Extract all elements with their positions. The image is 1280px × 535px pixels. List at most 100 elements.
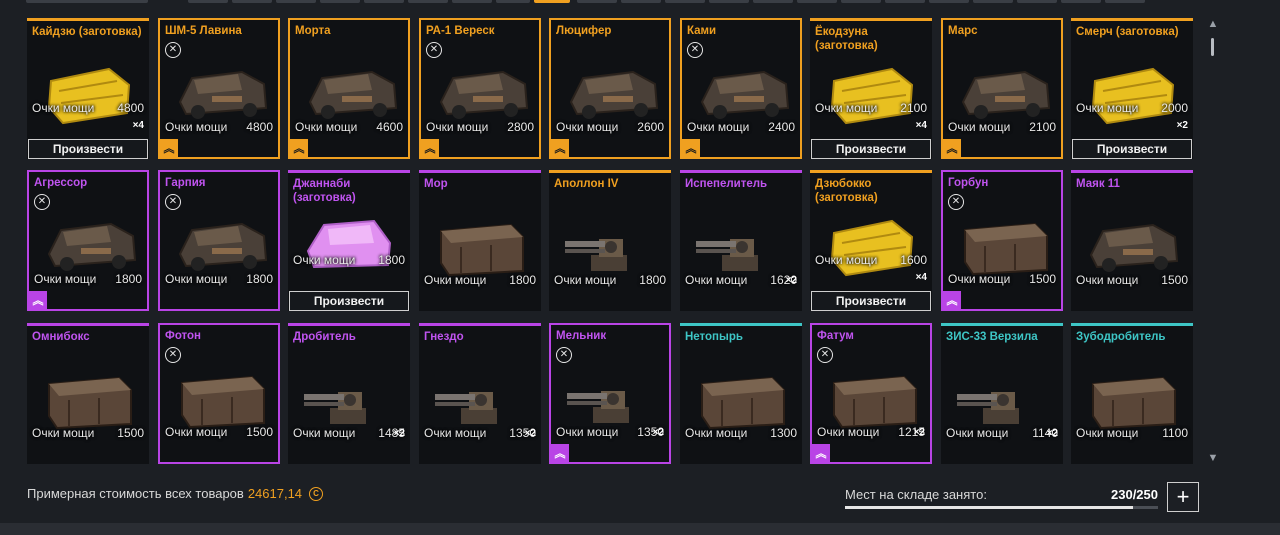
item-card[interactable]: Ками ✕ Очки мощи 2400 ︽ xyxy=(680,18,802,159)
category-tab[interactable] xyxy=(621,0,661,3)
category-tab[interactable] xyxy=(797,0,837,3)
item-card[interactable]: Гнездо Очки мощи 1350 ×2 xyxy=(419,323,541,464)
power-score-row: Очки мощи 1100 xyxy=(1076,426,1188,440)
category-tab[interactable] xyxy=(929,0,969,3)
power-label: Очки мощи xyxy=(556,425,619,439)
item-image xyxy=(39,356,139,436)
storage-progress-fill xyxy=(845,506,1133,509)
craftable-wrench-icon: ✕ xyxy=(34,194,50,210)
power-label: Очки мощи xyxy=(685,273,748,287)
craftable-wrench-icon: ✕ xyxy=(165,347,181,363)
category-tab[interactable] xyxy=(709,0,749,3)
item-card[interactable]: Нетопырь Очки мощи 1300 xyxy=(680,323,802,464)
inventory-grid: Кайдзю (заготовка) Очки мощи 4800 ×4 Произве… xyxy=(27,18,1197,464)
category-tab[interactable] xyxy=(26,0,148,3)
item-card[interactable]: Гарпия ✕ Очки мощи 1800 xyxy=(158,170,280,311)
item-card[interactable]: Горбун ✕ Очки мощи 1500 ︽ xyxy=(941,170,1063,311)
power-value: 1800 xyxy=(378,253,405,267)
item-card[interactable]: Дзюбокко (заготовка) Очки мощи 1600 ×4 Произ… xyxy=(810,170,932,311)
item-image xyxy=(172,202,272,282)
item-card[interactable]: Люцифер Очки мощи 2600 ︽ xyxy=(549,18,671,159)
power-label: Очки мощи xyxy=(165,425,228,439)
item-card[interactable]: Фатум ✕ Очки мощи 1215 ×2 ︽ xyxy=(810,323,932,464)
item-name: Омнибокс xyxy=(32,331,90,343)
item-card[interactable]: Мор Очки мощи 1800 xyxy=(419,170,541,311)
power-score-row: Очки мощи 2100 xyxy=(948,120,1056,134)
category-tab[interactable] xyxy=(885,0,925,3)
item-card[interactable]: Мельник ✕ Очки мощи 1350 ×2 ︽ xyxy=(549,323,671,464)
item-card[interactable]: Морта Очки мощи 4600 ︽ xyxy=(288,18,410,159)
rank-chevron-icon: ︽ xyxy=(29,291,47,309)
category-tab[interactable] xyxy=(452,0,492,3)
item-name: Кайдзю (заготовка) xyxy=(32,26,142,38)
category-tab[interactable] xyxy=(577,0,617,3)
item-quantity: ×2 xyxy=(913,427,925,438)
item-card[interactable]: Омнибокс Очки мощи 1500 xyxy=(27,323,149,464)
item-card[interactable]: Маяк 11 Очки мощи 1500 xyxy=(1071,170,1193,311)
item-image xyxy=(694,50,794,130)
storage-label: Мест на складе занято: xyxy=(845,487,987,502)
category-tab-active[interactable] xyxy=(534,0,570,3)
power-label: Очки мощи xyxy=(426,120,489,134)
category-tab[interactable] xyxy=(1105,0,1145,3)
rank-chevron-icon: ︽ xyxy=(682,139,700,157)
produce-button[interactable]: Произвести xyxy=(811,139,931,159)
power-label: Очки мощи xyxy=(815,253,878,267)
item-card[interactable]: Смерч (заготовка) Очки мощи 2000 ×2 Произвес… xyxy=(1071,18,1193,159)
power-value: 1500 xyxy=(246,425,273,439)
scrollbar[interactable]: ▲ ▼ xyxy=(1207,18,1219,464)
category-tab[interactable] xyxy=(364,0,404,3)
category-tab[interactable] xyxy=(320,0,360,3)
category-tab[interactable] xyxy=(276,0,316,3)
power-score-row: Очки мощи 4800 xyxy=(32,101,144,115)
scroll-thumb[interactable] xyxy=(1211,38,1214,56)
craftable-wrench-icon: ✕ xyxy=(817,347,833,363)
expand-storage-button[interactable]: + xyxy=(1167,482,1199,512)
category-tab[interactable] xyxy=(408,0,448,3)
power-score-row: Очки мощи 1800 xyxy=(424,273,536,287)
category-tab[interactable] xyxy=(232,0,272,3)
footer-bar: Примерная стоимость всех товаров 24617,1… xyxy=(0,470,1280,525)
scroll-down-icon[interactable]: ▼ xyxy=(1207,452,1219,464)
rank-chevron-icon: ︽ xyxy=(551,139,569,157)
power-label: Очки мощи xyxy=(554,273,617,287)
item-card[interactable]: Ёкодзуна (заготовка) Очки мощи 2100 ×4 Произ… xyxy=(810,18,932,159)
power-label: Очки мощи xyxy=(948,272,1011,286)
power-value: 1500 xyxy=(1161,273,1188,287)
item-card[interactable]: Джаннаби (заготовка)Очки мощи1800×4Произ… xyxy=(288,170,410,311)
category-tab[interactable] xyxy=(665,0,705,3)
produce-button[interactable]: Произвести xyxy=(289,291,409,311)
category-tab[interactable] xyxy=(841,0,881,3)
item-card[interactable]: Марс Очки мощи 2100 ︽ xyxy=(941,18,1063,159)
power-label: Очки мощи xyxy=(1076,426,1139,440)
item-card[interactable]: Кайдзю (заготовка) Очки мощи 4800 ×4 Произве… xyxy=(27,18,149,159)
item-image xyxy=(300,356,400,436)
produce-button[interactable]: Произвести xyxy=(1072,139,1192,159)
power-label: Очки мощи xyxy=(817,425,880,439)
item-card[interactable]: ЗИС-33 Верзила Очки мощи 1140 ×2 xyxy=(941,323,1063,464)
category-tab[interactable] xyxy=(973,0,1013,3)
item-image xyxy=(1083,356,1183,436)
produce-button[interactable]: Произвести xyxy=(811,291,931,311)
item-name: Дробитель xyxy=(293,331,356,343)
item-name: Зубодробитель xyxy=(1076,331,1166,343)
item-card[interactable]: Зубодробитель Очки мощи 1100 xyxy=(1071,323,1193,464)
power-label: Очки мощи xyxy=(32,426,95,440)
category-tab[interactable] xyxy=(1061,0,1101,3)
item-card[interactable]: ШМ-5 Лавина ✕ Очки мощи 4800 ︽ xyxy=(158,18,280,159)
item-card[interactable]: Агрессор ✕ Очки мощи 1800 ︽ xyxy=(27,170,149,311)
item-card[interactable]: Аполлон IV Очки мощи 1800 xyxy=(549,170,671,311)
category-tab[interactable] xyxy=(188,0,228,3)
category-tab[interactable] xyxy=(496,0,530,3)
power-label: Очки мощи xyxy=(685,426,748,440)
item-card[interactable]: Дробитель Очки мощи 1485 ×2 xyxy=(288,323,410,464)
produce-button[interactable]: Произвести xyxy=(28,139,148,159)
scroll-up-icon[interactable]: ▲ xyxy=(1207,18,1219,30)
item-card[interactable]: Фотон ✕ Очки мощи 1500 xyxy=(158,323,280,464)
category-tab[interactable] xyxy=(753,0,793,3)
category-tab[interactable] xyxy=(1017,0,1057,3)
item-card[interactable]: РА-1 Вереск ✕ Очки мощи 2800 ︽ xyxy=(419,18,541,159)
item-card[interactable]: Испепелитель Очки мощи 1620 ×2 xyxy=(680,170,802,311)
power-score-row: Очки мощи 1800 xyxy=(165,272,273,286)
item-quantity: ×4 xyxy=(915,120,927,131)
